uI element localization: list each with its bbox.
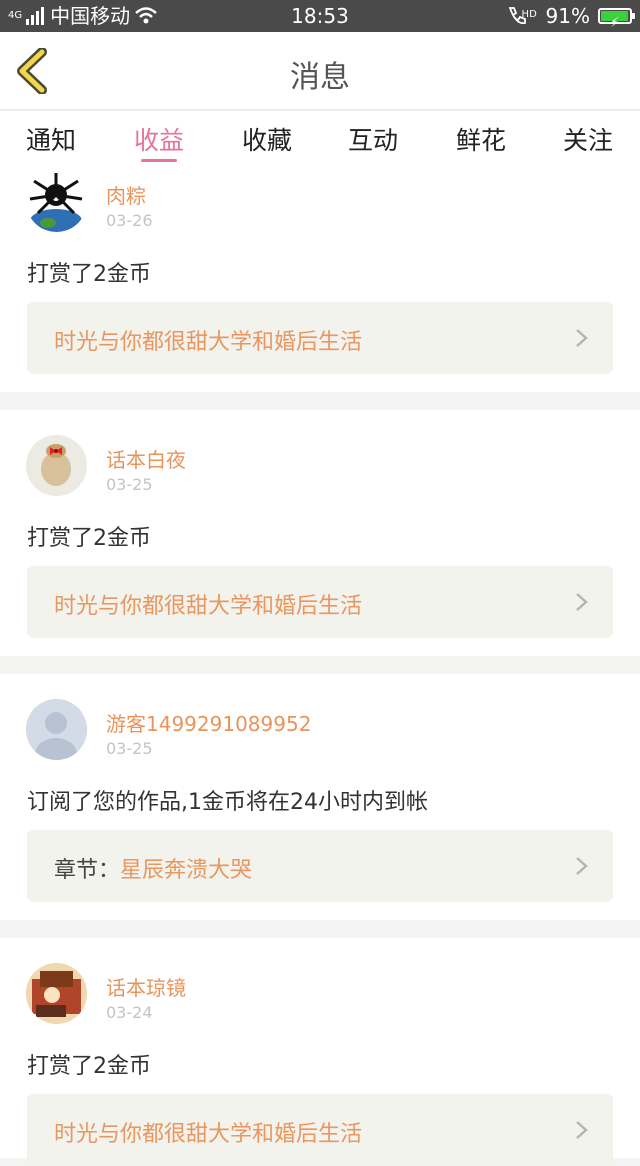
work-title-row: 章节：星辰奔溃大哭	[54, 852, 252, 884]
work-link[interactable]: 时光与你都很甜大学和婚后生活	[27, 566, 613, 638]
active-tab-indicator	[141, 159, 177, 162]
message-action: 打赏了2金币	[27, 1054, 151, 1079]
tab-flowers[interactable]: 鲜花	[436, 121, 526, 157]
work-title: 时光与你都很甜大学和婚后生活	[54, 330, 363, 355]
work-title-row: 时光与你都很甜大学和婚后生活	[54, 1116, 362, 1148]
avatar-image	[29, 173, 83, 232]
message-action: 打赏了2金币	[27, 262, 151, 287]
message-date: 03-25	[106, 739, 153, 758]
message-date: 03-25	[106, 475, 153, 494]
user-name[interactable]: 话本琼镜	[106, 972, 186, 1001]
chevron-right-icon	[576, 329, 588, 347]
user-name[interactable]: 话本白夜	[106, 444, 186, 473]
avatar-image	[26, 435, 87, 496]
message-action: 打赏了2金币	[27, 526, 151, 551]
message-date: 03-24	[106, 1003, 153, 1022]
avatar[interactable]	[26, 699, 87, 760]
chevron-right-icon	[576, 857, 588, 875]
avatar[interactable]	[26, 963, 87, 1024]
page-title: 消息	[290, 60, 350, 95]
work-title-row: 时光与你都很甜大学和婚后生活	[54, 588, 362, 620]
work-link[interactable]: 时光与你都很甜大学和婚后生活	[27, 302, 613, 374]
tab-follows[interactable]: 关注	[543, 121, 633, 157]
message-action: 订阅了您的作品,1金币将在24小时内到帐	[27, 790, 428, 815]
nav-bar: 消息	[0, 32, 640, 110]
default-user-icon	[26, 699, 87, 760]
message-card: 话本琼镜 03-24 打赏了2金币 时光与你都很甜大学和婚后生活	[0, 938, 640, 1166]
battery-percent: 91%	[545, 4, 590, 28]
avatar[interactable]	[26, 435, 87, 496]
message-card: 话本白夜 03-25 打赏了2金币 时光与你都很甜大学和婚后生活	[0, 410, 640, 656]
chapter-link[interactable]: 章节：星辰奔溃大哭	[27, 830, 613, 902]
status-bar: 4G 中国移动 18:53 HD 91% ⚡	[0, 0, 640, 32]
avatar[interactable]	[26, 171, 87, 232]
tab-favorites[interactable]: 收藏	[222, 121, 312, 157]
avatar-image	[26, 963, 87, 1024]
battery-icon: ⚡	[598, 8, 635, 31]
tab-bar: 通知 收益 收藏 互动 鲜花 关注	[0, 111, 640, 165]
work-prefix: 章节：	[54, 858, 121, 883]
work-title: 时光与你都很甜大学和婚后生活	[54, 594, 363, 619]
message-card: 肉粽 03-26 打赏了2金币 时光与你都很甜大学和婚后生活	[0, 165, 640, 392]
chapter-title: 星辰奔溃大哭	[120, 858, 253, 883]
tab-earnings[interactable]: 收益	[114, 121, 204, 157]
message-card: 游客1499291089952 03-25 订阅了您的作品,1金币将在24小时内…	[0, 674, 640, 920]
tab-interactions[interactable]: 互动	[328, 121, 418, 157]
hd-label: HD	[521, 9, 537, 20]
user-name[interactable]: 游客1499291089952	[106, 708, 311, 737]
work-title: 时光与你都很甜大学和婚后生活	[54, 1122, 363, 1147]
work-link[interactable]: 时光与你都很甜大学和婚后生活	[27, 1094, 613, 1166]
chevron-right-icon	[576, 1121, 588, 1139]
status-right: HD 91% ⚡	[506, 0, 635, 32]
chevron-right-icon	[576, 593, 588, 611]
message-date: 03-26	[106, 211, 153, 230]
user-name[interactable]: 肉粽	[106, 180, 146, 209]
work-title-row: 时光与你都很甜大学和婚后生活	[54, 324, 362, 356]
tab-notifications[interactable]: 通知	[6, 121, 96, 157]
